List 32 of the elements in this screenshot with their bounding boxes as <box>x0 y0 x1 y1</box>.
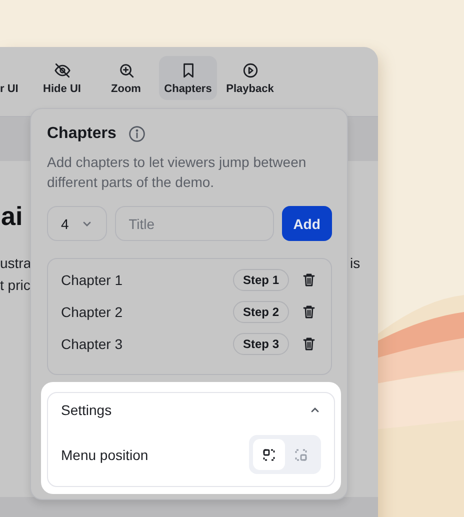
settings-title: Settings <box>61 402 112 418</box>
toolbar-button[interactable]: r UI <box>0 56 29 100</box>
toolbar-button[interactable]: Hide UI <box>31 56 93 100</box>
body-text: ustra <box>0 255 32 271</box>
step-tag: Step 1 <box>232 269 289 291</box>
top-left-corner-icon <box>261 446 277 462</box>
toolbar-button[interactable]: Zoom <box>95 56 157 100</box>
zoom-in-icon <box>118 62 134 78</box>
step-tag: Step 3 <box>232 333 289 355</box>
body-text: is <box>350 255 360 271</box>
chapter-title: Chapter 1 <box>61 272 124 288</box>
trash-icon[interactable] <box>301 304 317 320</box>
trash-icon[interactable] <box>301 272 317 288</box>
body-text: t pric <box>0 277 30 293</box>
toolbar-button[interactable]: Playback <box>219 56 281 100</box>
eye-off-icon <box>54 62 70 78</box>
position-option[interactable] <box>253 439 285 470</box>
page-heading: ai <box>1 201 23 232</box>
play-icon <box>242 62 258 78</box>
step-select[interactable]: 4 <box>47 206 107 241</box>
title-field[interactable]: Title <box>114 206 274 241</box>
chapter-title: Chapter 2 <box>61 304 124 320</box>
popover-description: Add chapters to let viewers jump between different parts of the demo. <box>47 153 308 192</box>
step-tag: Step 2 <box>232 301 289 323</box>
bottom-right-corner-icon <box>293 446 309 462</box>
trash-icon[interactable] <box>301 336 317 352</box>
chapter-title: Chapter 3 <box>61 336 124 352</box>
add-button[interactable]: Add <box>282 206 332 241</box>
toolbar-button[interactable]: Chapters <box>159 56 217 100</box>
popover-title: Chapters <box>47 125 116 143</box>
menu-position-label: Menu position <box>61 446 148 462</box>
info-icon[interactable] <box>128 125 146 143</box>
